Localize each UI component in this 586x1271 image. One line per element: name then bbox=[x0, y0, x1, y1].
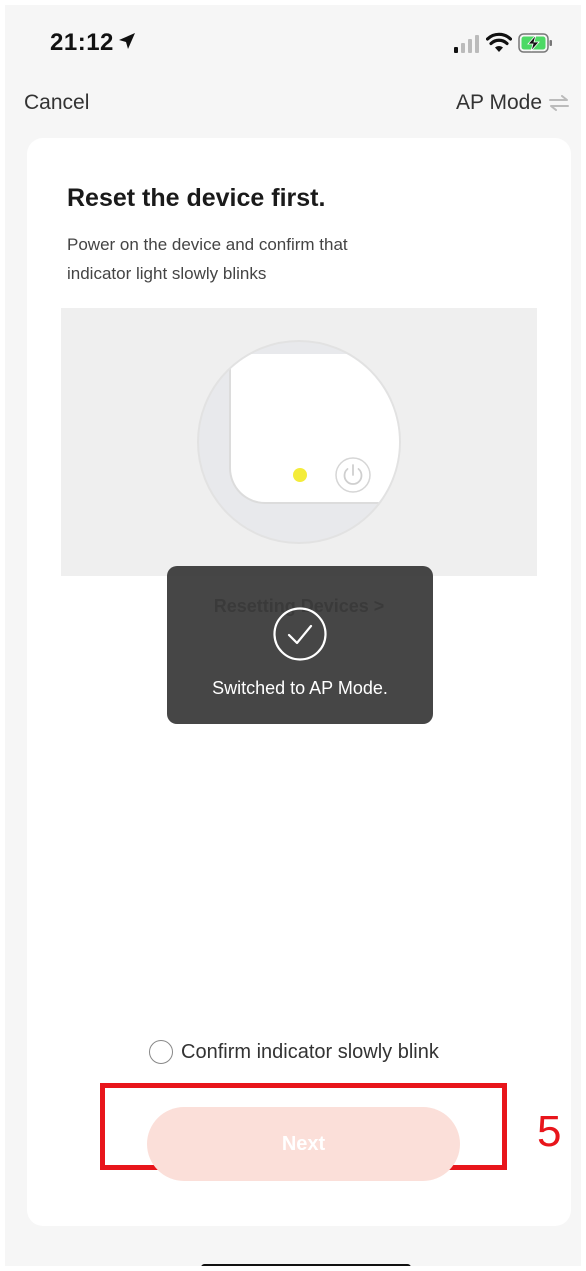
check-circle-icon bbox=[273, 607, 327, 661]
instruction-text: Power on the device and confirm that ind… bbox=[67, 235, 348, 283]
power-icon bbox=[335, 457, 371, 493]
ap-mode-switch-button[interactable]: AP Mode bbox=[456, 91, 570, 115]
page-title: Reset the device first. bbox=[67, 184, 326, 212]
location-arrow-icon bbox=[119, 33, 135, 49]
battery-charging-icon bbox=[518, 33, 552, 53]
zoom-circle bbox=[197, 340, 401, 544]
status-time: 21:12 bbox=[50, 29, 114, 56]
switch-arrows-icon bbox=[549, 95, 569, 111]
wifi-icon bbox=[486, 32, 512, 52]
device-corner bbox=[229, 354, 399, 504]
cellular-signal-icon bbox=[454, 35, 479, 53]
setup-card: Reset the device first. Power on the dev… bbox=[27, 138, 571, 1226]
confirm-indicator-checkbox[interactable]: Confirm indicator slowly blink bbox=[149, 1040, 439, 1064]
next-button[interactable]: Next bbox=[147, 1107, 460, 1181]
radio-circle[interactable] bbox=[149, 1040, 173, 1064]
cancel-button[interactable]: Cancel bbox=[24, 91, 89, 115]
indicator-light bbox=[293, 468, 307, 482]
status-bar: 21:12 bbox=[5, 5, 581, 75]
phone-screen: 21:12 Cancel AP Mode Reset the device fi… bbox=[5, 5, 581, 1266]
device-illustration bbox=[61, 308, 537, 576]
annotation-step-number: 5 bbox=[537, 1107, 562, 1156]
toast-notification: Switched to AP Mode. bbox=[167, 566, 433, 724]
ap-mode-label: AP Mode bbox=[456, 91, 542, 114]
home-indicator[interactable] bbox=[201, 1264, 411, 1266]
confirm-label: Confirm indicator slowly blink bbox=[181, 1040, 439, 1063]
toast-message: Switched to AP Mode. bbox=[212, 678, 388, 698]
